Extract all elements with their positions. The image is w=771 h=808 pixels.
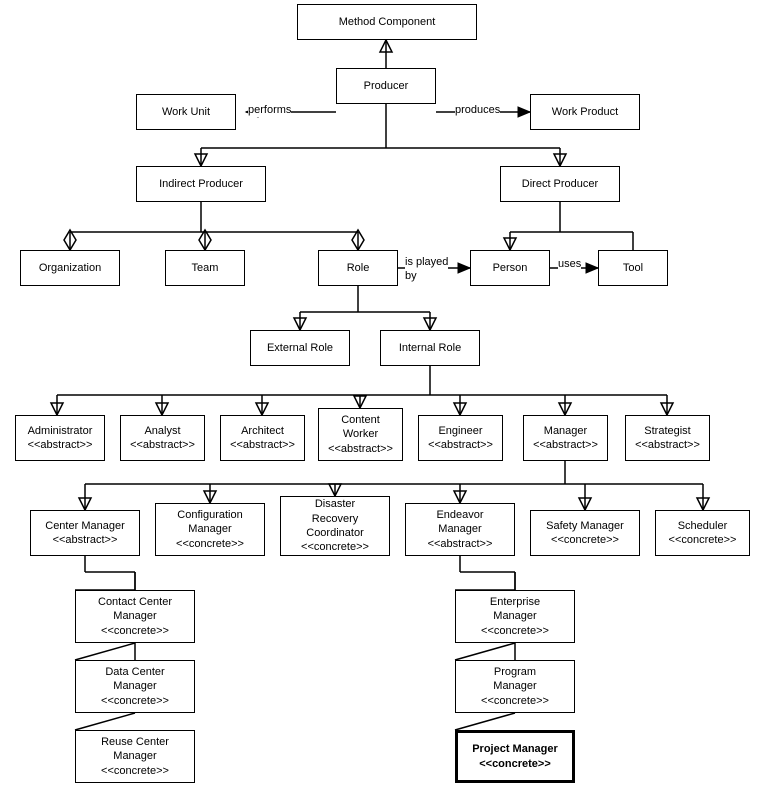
- disaster-recovery: DisasterRecoveryCoordinator<<concrete>>: [280, 496, 390, 556]
- performs: performs: [248, 103, 291, 117]
- project-manager: Project Manager<<concrete>>: [455, 730, 575, 783]
- internal-role: Internal Role: [380, 330, 480, 366]
- is-played-by: is playedby: [405, 255, 448, 284]
- architect: Architect<<abstract>>: [220, 415, 305, 461]
- organization: Organization: [20, 250, 120, 286]
- reuse-center: Reuse CenterManager<<concrete>>: [75, 730, 195, 783]
- enterprise-manager: EnterpriseManager<<concrete>>: [455, 590, 575, 643]
- scheduler: Scheduler<<concrete>>: [655, 510, 750, 556]
- person: Person: [470, 250, 550, 286]
- work-unit: Work Unit: [136, 94, 236, 130]
- administrator: Administrator<<abstract>>: [15, 415, 105, 461]
- work-product: Work Product: [530, 94, 640, 130]
- engineer: Engineer<<abstract>>: [418, 415, 503, 461]
- uml-diagram: Method Component Producer Work Unit Work Pr…: [0, 0, 771, 808]
- producer: Producer: [336, 68, 436, 104]
- uses: uses: [558, 257, 581, 271]
- produces: produces: [455, 103, 500, 117]
- contact-center: Contact CenterManager<<concrete>>: [75, 590, 195, 643]
- center-manager: Center Manager<<abstract>>: [30, 510, 140, 556]
- program-manager: ProgramManager<<concrete>>: [455, 660, 575, 713]
- direct-producer: Direct Producer: [500, 166, 620, 202]
- safety-manager: Safety Manager<<concrete>>: [530, 510, 640, 556]
- strategist: Strategist<<abstract>>: [625, 415, 710, 461]
- team: Team: [165, 250, 245, 286]
- endeavor-manager: EndeavorManager<<abstract>>: [405, 503, 515, 556]
- manager: Manager<<abstract>>: [523, 415, 608, 461]
- config-manager: ConfigurationManager<<concrete>>: [155, 503, 265, 556]
- content-worker: ContentWorker<<abstract>>: [318, 408, 403, 461]
- external-role: External Role: [250, 330, 350, 366]
- tool: Tool: [598, 250, 668, 286]
- data-center: Data CenterManager<<concrete>>: [75, 660, 195, 713]
- analyst: Analyst<<abstract>>: [120, 415, 205, 461]
- method-component: Method Component: [297, 4, 477, 40]
- role: Role: [318, 250, 398, 286]
- indirect-producer: Indirect Producer: [136, 166, 266, 202]
